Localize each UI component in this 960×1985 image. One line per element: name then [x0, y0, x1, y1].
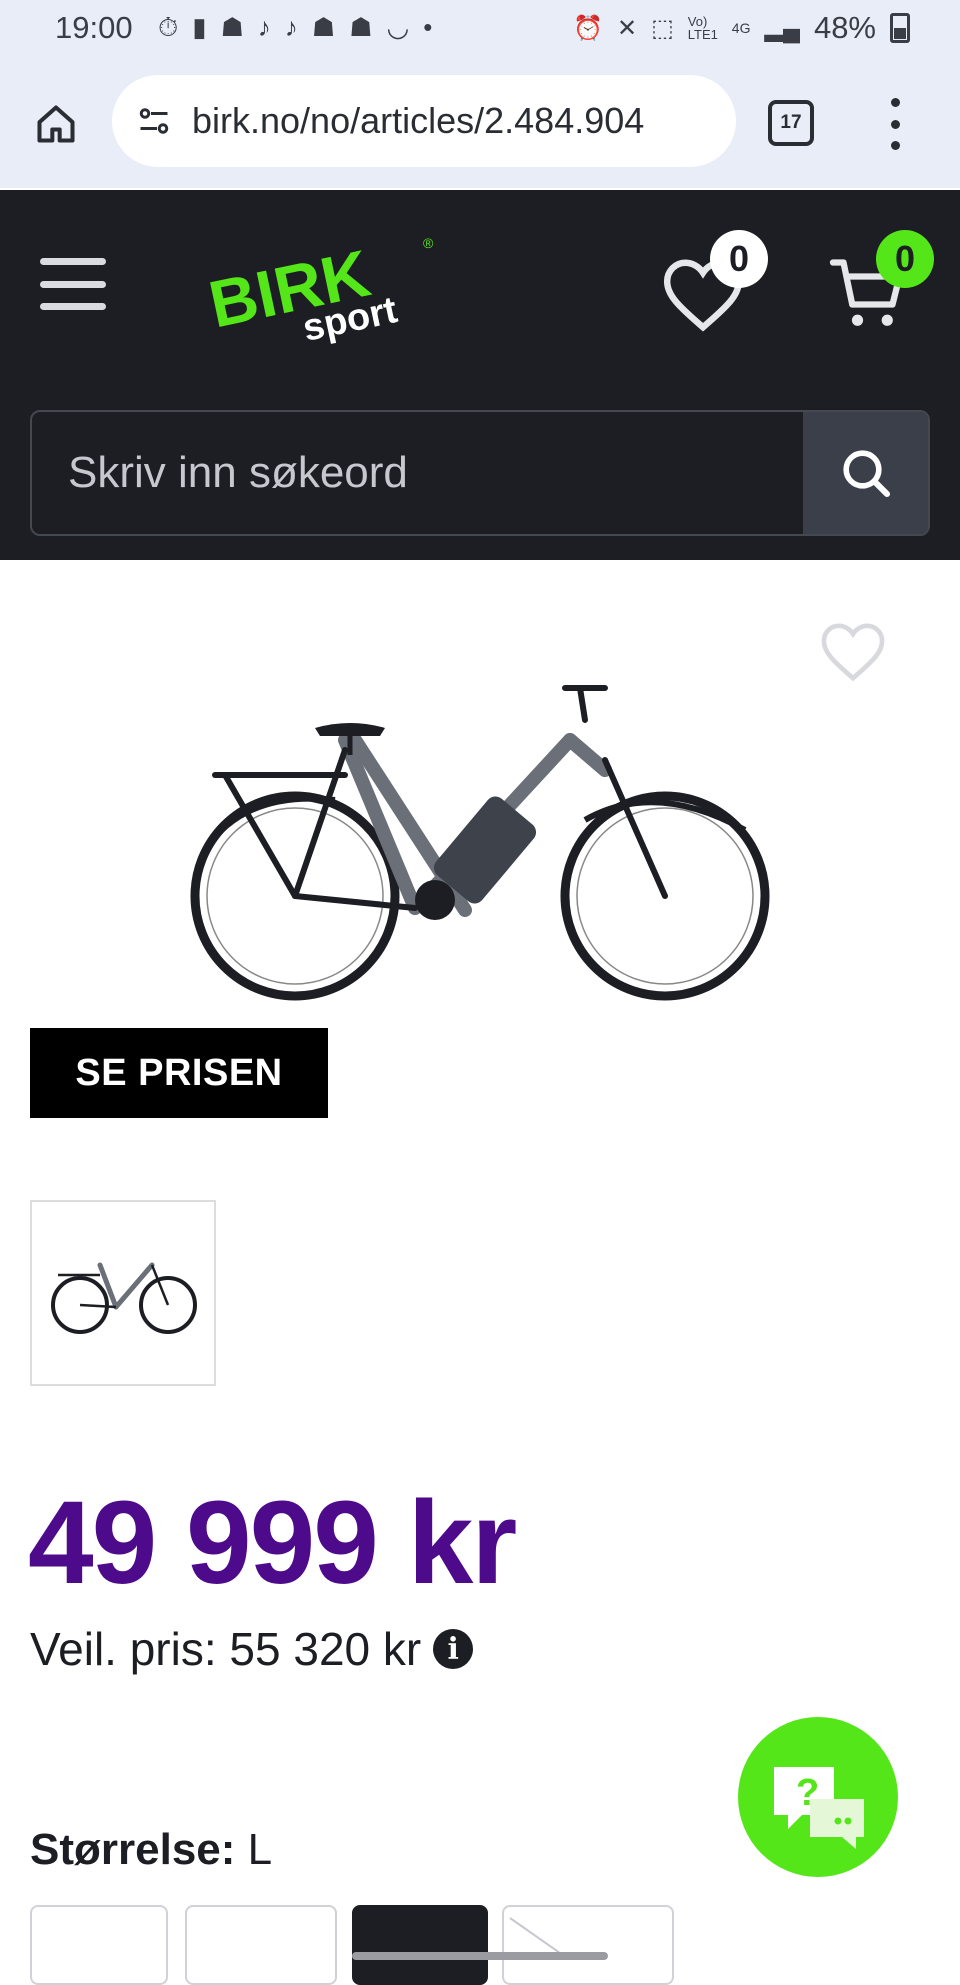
- battery-icon: [890, 13, 910, 43]
- timer-icon: ⏱: [158, 12, 179, 42]
- chat-question-icon: ?: [774, 1767, 864, 1849]
- favorite-button[interactable]: [818, 620, 888, 684]
- size-selector-label: Størrelse: L: [30, 1825, 272, 1875]
- hamburger-bar: [40, 303, 106, 310]
- browser-toolbar: birk.no/no/articles/2.484.904 17: [0, 58, 960, 188]
- product-page: SE PRISEN 49 999 kr Veil. pris: 55 320 k…: [0, 560, 960, 1985]
- cart-button[interactable]: 0: [829, 230, 946, 340]
- size-option-unavailable[interactable]: [502, 1905, 674, 1985]
- tiktok-icon: ♪: [284, 12, 298, 42]
- home-button[interactable]: [28, 96, 84, 152]
- search-placeholder: Skriv inn søkeord: [68, 448, 408, 497]
- status-bar: 19:00 ⏱ ▮ ☗ ♪ ♪ ☗ ☗ ◡ • ⏰ ✕ ⬚ Vo) LTE1 4…: [0, 0, 960, 58]
- size-option[interactable]: [185, 1905, 337, 1985]
- message-icon: ▮: [192, 12, 207, 42]
- menu-dot: [890, 98, 900, 107]
- wishlist-button[interactable]: 0: [660, 230, 770, 340]
- tab-switcher-button[interactable]: 17: [768, 100, 814, 146]
- wishlist-count-badge: 0: [710, 230, 768, 288]
- network-gen-label: 4G: [731, 20, 751, 36]
- gesture-navigation-handle[interactable]: [352, 1952, 608, 1960]
- alarm-icon: ⏰: [573, 14, 603, 42]
- info-icon[interactable]: i: [433, 1629, 474, 1669]
- snapchat-icon: ☗: [349, 12, 373, 42]
- tiktok-icon: ♪: [257, 12, 271, 42]
- address-bar[interactable]: birk.no/no/articles/2.484.904: [112, 75, 736, 167]
- network-label: Vo) LTE1: [687, 14, 718, 42]
- size-selected-value: L: [247, 1825, 273, 1874]
- product-image-ebike[interactable]: [185, 680, 775, 1020]
- recommended-price-label: Veil. pris: 55 320 kr: [30, 1623, 422, 1675]
- mute-icon: ✕: [617, 14, 638, 42]
- system-icons: ⏰ ✕ ⬚ Vo) LTE1 4G ▂▄ 48%: [573, 10, 910, 46]
- product-thumbnail[interactable]: [30, 1200, 216, 1386]
- browser-menu-button[interactable]: [880, 98, 910, 150]
- registered-mark: ®: [423, 235, 434, 251]
- chat-help-button[interactable]: ?: [738, 1717, 898, 1877]
- size-option-selected[interactable]: [352, 1905, 488, 1985]
- hamburger-bar: [40, 258, 106, 265]
- size-label-title: Størrelse:: [30, 1825, 236, 1874]
- site-header: BIRK sport ® 0 0 Skriv inn søkeord: [0, 190, 960, 560]
- home-icon: [37, 105, 75, 143]
- menu-dot: [890, 141, 900, 150]
- search-icon: [842, 450, 890, 498]
- notification-icons: ⏱ ▮ ☗ ♪ ♪ ☗ ☗ ◡ •: [158, 12, 432, 44]
- url-text: birk.no/no/articles/2.484.904: [192, 100, 645, 141]
- size-option[interactable]: [30, 1905, 168, 1985]
- signal-icon: ▂▄: [764, 14, 800, 42]
- heart-icon: [821, 623, 885, 682]
- cart-count-badge: 0: [876, 230, 934, 288]
- battery-percent: 48%: [813, 10, 876, 45]
- recommended-price: Veil. pris: 55 320 kr i: [30, 1622, 474, 1676]
- size-options: [30, 1905, 930, 1985]
- snapchat-icon: ☗: [311, 12, 336, 42]
- birk-sport-logo[interactable]: BIRK sport ®: [205, 226, 445, 346]
- data-saver-icon: ⬚: [651, 14, 674, 42]
- search-button[interactable]: [803, 412, 928, 534]
- more-dot-icon: •: [423, 12, 433, 42]
- site-settings-icon[interactable]: [132, 99, 176, 143]
- thumbnail-image-ebike: [51, 1262, 197, 1334]
- snapchat-icon: ☗: [220, 12, 244, 42]
- menu-dot: [890, 119, 900, 129]
- search-field[interactable]: Skriv inn søkeord: [30, 410, 930, 536]
- status-time: 19:00: [55, 10, 133, 45]
- see-price-button[interactable]: SE PRISEN: [30, 1028, 328, 1118]
- product-price: 49 999 kr: [28, 1477, 517, 1609]
- hamburger-menu-button[interactable]: [40, 258, 106, 310]
- smile-icon: ◡: [386, 12, 410, 42]
- hamburger-bar: [40, 280, 106, 288]
